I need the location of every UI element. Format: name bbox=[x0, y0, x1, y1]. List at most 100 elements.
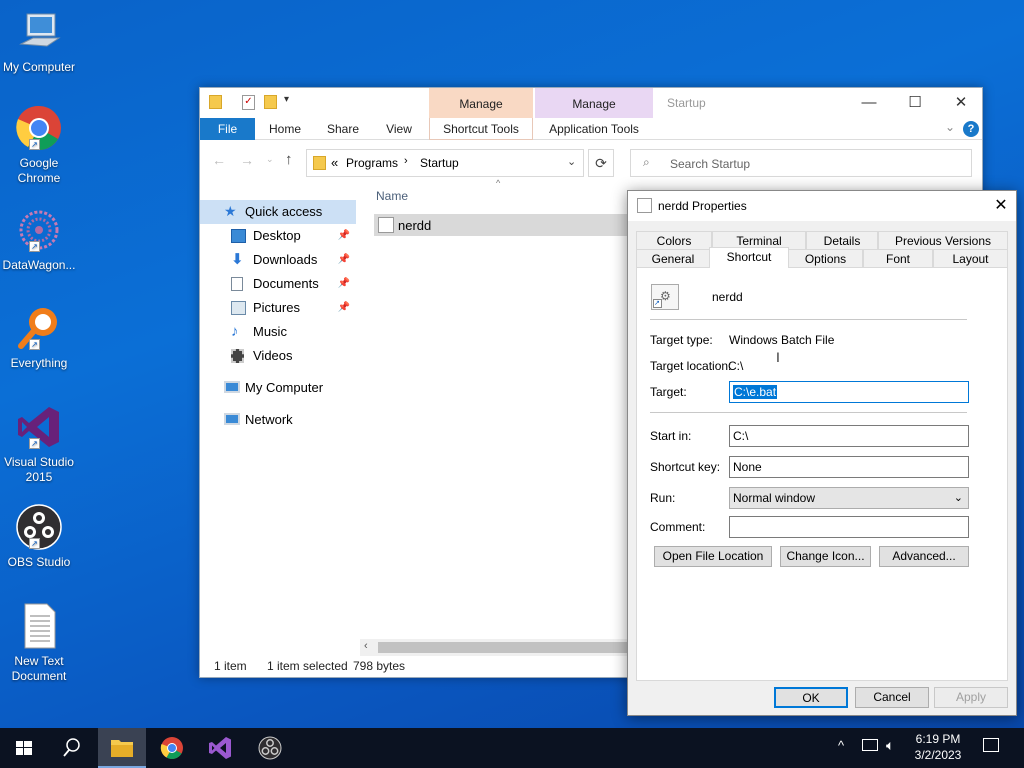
tab-share[interactable]: Share bbox=[318, 118, 368, 140]
dialog-titlebar[interactable]: nerdd Properties ✕ bbox=[628, 191, 1016, 221]
tab-general[interactable]: General bbox=[636, 249, 710, 267]
tab-layout[interactable]: Layout bbox=[933, 249, 1008, 267]
tab-view[interactable]: View bbox=[376, 118, 422, 140]
status-size: 798 bytes bbox=[353, 659, 406, 673]
tab-application-tools[interactable]: Application Tools bbox=[535, 118, 653, 140]
nav-item-desktop[interactable]: Desktop 📌 bbox=[200, 224, 356, 248]
nav-item-documents[interactable]: Documents 📌 bbox=[200, 272, 356, 296]
shortcut-arrow-icon: ↗ bbox=[653, 299, 662, 308]
maximize-button[interactable]: ☐ bbox=[892, 88, 938, 118]
documents-icon bbox=[231, 277, 243, 291]
apply-button[interactable]: Apply bbox=[934, 687, 1008, 708]
refresh-button[interactable]: ⟳ bbox=[588, 149, 614, 177]
taskbar-obs[interactable] bbox=[246, 728, 294, 768]
search-placeholder: Search Startup bbox=[670, 157, 751, 171]
search-box[interactable]: ⌕ Search Startup bbox=[630, 149, 972, 177]
nav-item-pictures[interactable]: Pictures 📌 bbox=[200, 296, 356, 320]
start-in-field[interactable]: C:\ bbox=[729, 425, 969, 447]
comment-field[interactable] bbox=[729, 516, 969, 538]
explorer-titlebar[interactable]: ✓ ▾ Manage Manage Startup — ☐ ✕ bbox=[200, 88, 982, 118]
address-bar[interactable]: « Programs › Startup ⌄ bbox=[306, 149, 584, 177]
back-arrow-icon[interactable]: ← bbox=[212, 152, 226, 168]
nav-item-videos[interactable]: Videos bbox=[200, 344, 356, 368]
run-select-value: Normal window bbox=[733, 491, 816, 505]
start-button[interactable] bbox=[0, 728, 48, 768]
taskbar-chrome[interactable] bbox=[148, 728, 196, 768]
tab-colors[interactable]: Colors bbox=[636, 231, 712, 249]
desktop-icon-datawagon[interactable]: ↗ DataWagon... bbox=[0, 206, 78, 273]
scrollbar-thumb[interactable] bbox=[378, 642, 632, 653]
tab-file[interactable]: File bbox=[200, 118, 255, 140]
everything-search-icon: ↗ bbox=[15, 304, 63, 352]
search-icon: ⌕ bbox=[643, 155, 650, 169]
nav-item-my-computer[interactable]: My Computer bbox=[200, 376, 356, 400]
clock[interactable]: 6:19 PM 3/2/2023 bbox=[906, 731, 970, 763]
minimize-button[interactable]: — bbox=[846, 88, 892, 118]
up-arrow-icon[interactable]: ↑ bbox=[285, 151, 293, 168]
change-icon-button[interactable]: Change Icon... bbox=[780, 546, 871, 567]
tab-shortcut-tools[interactable]: Shortcut Tools bbox=[429, 118, 533, 140]
folder-icon bbox=[111, 740, 133, 757]
nav-item-quick-access[interactable]: ★ Quick access bbox=[200, 200, 356, 224]
tab-shortcut[interactable]: Shortcut bbox=[709, 247, 789, 268]
quick-access-dropdown-icon[interactable]: ▾ bbox=[284, 94, 289, 105]
desktop-icon-everything[interactable]: ↗ Everything bbox=[0, 304, 78, 371]
status-item-count: 1 item bbox=[214, 659, 247, 673]
scroll-left-icon[interactable]: ‹ bbox=[364, 640, 368, 652]
recent-locations-icon[interactable]: ⌄ bbox=[266, 154, 274, 165]
tab-previous-versions[interactable]: Previous Versions bbox=[878, 231, 1008, 249]
nav-item-music[interactable]: ♪ Music bbox=[200, 320, 356, 344]
advanced-button[interactable]: Advanced... bbox=[879, 546, 969, 567]
desktop-icon-obs[interactable]: ↗ OBS Studio bbox=[0, 503, 78, 570]
desktop-icon-new-text-document[interactable]: New Text Document bbox=[0, 602, 78, 684]
shortcut-key-field[interactable]: None bbox=[729, 456, 969, 478]
tab-details[interactable]: Details bbox=[806, 231, 878, 249]
new-folder-quick-icon[interactable] bbox=[264, 95, 277, 109]
tab-font[interactable]: Font bbox=[863, 249, 933, 267]
breadcrumb-overflow[interactable]: « bbox=[331, 155, 338, 170]
network-tray-icon[interactable] bbox=[862, 739, 878, 751]
target-field-value: C:\e.bat bbox=[733, 385, 778, 399]
properties-dialog[interactable]: nerdd Properties ✕ Colors Terminal Detai… bbox=[627, 190, 1017, 716]
desktop-icon-visual-studio[interactable]: ↗ Visual Studio 2015 bbox=[0, 403, 78, 485]
desktop-icon-chrome[interactable]: ↗ Google Chrome bbox=[0, 104, 78, 186]
close-window-button[interactable]: ✕ bbox=[938, 88, 984, 118]
pin-icon: 📌 bbox=[337, 302, 350, 313]
run-select[interactable]: Normal window ⌄ bbox=[729, 487, 969, 509]
properties-quick-icon[interactable]: ✓ bbox=[242, 95, 255, 110]
shortcut-arrow-icon: ↗ bbox=[29, 139, 40, 150]
taskbar-file-explorer[interactable] bbox=[98, 728, 146, 768]
address-dropdown-icon[interactable]: ⌄ bbox=[567, 155, 576, 168]
volume-icon[interactable]: 🔈︎ bbox=[886, 737, 894, 754]
nav-item-network[interactable]: Network bbox=[200, 408, 356, 432]
desktop-icon-my-computer[interactable]: My Computer bbox=[0, 8, 78, 75]
nav-item-downloads[interactable]: ⬇ Downloads 📌 bbox=[200, 248, 356, 272]
cancel-button[interactable]: Cancel bbox=[855, 687, 929, 708]
tab-home[interactable]: Home bbox=[260, 118, 310, 140]
obs-icon bbox=[258, 736, 282, 760]
target-field[interactable]: C:\e.bat bbox=[729, 381, 969, 403]
breadcrumb-startup[interactable]: Startup bbox=[420, 156, 459, 170]
close-dialog-button[interactable]: ✕ bbox=[984, 193, 1018, 219]
forward-arrow-icon[interactable]: → bbox=[240, 152, 254, 168]
open-file-location-button[interactable]: Open File Location bbox=[654, 546, 772, 567]
column-header-name[interactable]: Name bbox=[376, 189, 408, 203]
shortcut-file-icon bbox=[378, 217, 394, 233]
video-film-icon bbox=[231, 349, 244, 363]
notifications-icon[interactable] bbox=[983, 738, 999, 752]
target-type-value: Windows Batch File bbox=[729, 333, 835, 347]
search-button[interactable] bbox=[48, 728, 96, 768]
expand-ribbon-icon[interactable]: ⌄ bbox=[945, 120, 955, 134]
taskbar-visual-studio[interactable] bbox=[196, 728, 244, 768]
file-row-nerdd[interactable]: nerdd bbox=[374, 214, 634, 236]
ok-button[interactable]: OK bbox=[774, 687, 848, 708]
desktop-icon-label: New Text Document bbox=[11, 654, 67, 683]
breadcrumb-programs[interactable]: Programs bbox=[346, 156, 398, 170]
shortcut-arrow-icon: ↗ bbox=[29, 339, 40, 350]
run-label: Run: bbox=[650, 491, 676, 505]
tab-options[interactable]: Options bbox=[788, 249, 863, 267]
help-icon[interactable]: ? bbox=[963, 121, 979, 137]
horizontal-scrollbar[interactable]: ‹ bbox=[360, 639, 632, 656]
separator bbox=[650, 412, 967, 413]
show-hidden-icons-icon[interactable]: ^ bbox=[838, 738, 844, 753]
